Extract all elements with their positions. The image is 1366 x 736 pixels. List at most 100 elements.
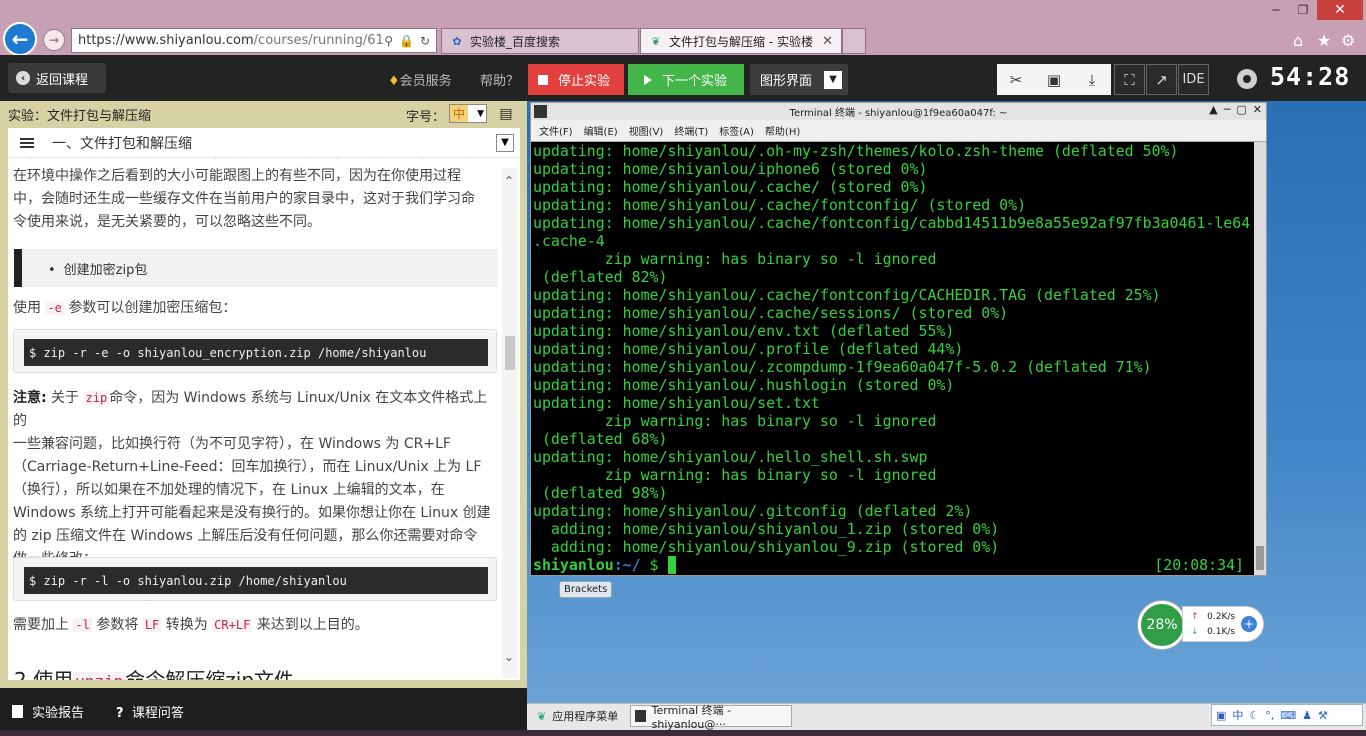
help-link[interactable]: 帮助？ bbox=[480, 70, 519, 89]
cut-icon[interactable]: ✂ bbox=[997, 64, 1035, 95]
menu-edit[interactable]: 编辑(E) bbox=[584, 123, 618, 138]
terminal-output[interactable]: updating: home/shiyanlou/.oh-my-zsh/them… bbox=[531, 142, 1254, 575]
menu-file[interactable]: 文件(F) bbox=[539, 123, 573, 138]
window-maximize-button[interactable]: ❐ bbox=[1290, 0, 1316, 20]
menu-icon[interactable] bbox=[20, 137, 34, 148]
ime-mode[interactable]: 中 bbox=[1232, 707, 1243, 723]
tab-title: 实验楼_百度搜索 bbox=[470, 34, 561, 49]
note-label: 注意: bbox=[13, 390, 47, 406]
content-scrollbar[interactable] bbox=[502, 168, 518, 678]
document-icon[interactable]: ▤ bbox=[497, 104, 515, 123]
home-icon[interactable]: ⌂ bbox=[1293, 31, 1303, 50]
terminal-line: updating: home/shiyanlou/.cache/fontconf… bbox=[533, 196, 1027, 214]
font-size-select[interactable]: 中 ▼ bbox=[449, 104, 487, 123]
user-icon[interactable]: ♟ bbox=[1302, 709, 1312, 722]
code-text[interactable]: $ zip -r -e -o shiyanlou_encryption.zip … bbox=[24, 339, 488, 366]
inline-code: -l bbox=[73, 618, 92, 632]
document-icon bbox=[12, 705, 23, 718]
punctuation-icon[interactable]: °, bbox=[1265, 709, 1274, 722]
maximize-icon[interactable]: ▢ bbox=[1236, 103, 1246, 116]
stop-lab-button[interactable]: 停止实验 bbox=[528, 64, 624, 95]
scroll-up-icon[interactable]: ⌃ bbox=[504, 174, 514, 188]
moon-icon[interactable]: ☾ bbox=[1249, 709, 1259, 722]
fullscreen-icon[interactable]: ⛶ bbox=[1114, 64, 1145, 95]
net-percent: 28% bbox=[1138, 601, 1186, 649]
window-minimize-button[interactable]: ─ bbox=[1263, 0, 1289, 20]
menu-help[interactable]: 帮助(H) bbox=[765, 123, 800, 138]
inline-code: -e bbox=[45, 301, 64, 315]
wrench-icon[interactable]: ⚒ bbox=[1318, 709, 1328, 722]
terminal-line: updating: home/shiyanlou/.cache/fontconf… bbox=[533, 286, 1161, 304]
terminal-line: (deflated 82%) bbox=[533, 268, 668, 286]
download-value: 0.1K/s bbox=[1207, 627, 1236, 637]
text-line: Windows 系统上打开可能看起来是没有换行的。如果你想让你在 Linux 创… bbox=[13, 505, 491, 521]
terminal-icon bbox=[635, 710, 646, 722]
download-icon[interactable]: ⤓ bbox=[1073, 64, 1111, 95]
terminal-line: updating: home/shiyanlou/set.txt bbox=[533, 394, 820, 412]
next-lab-button[interactable]: 下一个实验 bbox=[628, 64, 744, 95]
ime-icon[interactable]: ▣ bbox=[1216, 709, 1226, 722]
minimize-icon[interactable]: ▲ bbox=[1209, 103, 1217, 116]
terminal-line: adding: home/shiyanlou/shiyanlou_1.zip (… bbox=[533, 520, 1000, 538]
code-text[interactable]: $ zip -r -l -o shiyanlou.zip /home/shiya… bbox=[24, 567, 488, 594]
chevron-down-icon[interactable]: ▼ bbox=[496, 133, 514, 152]
prompt-user: shiyanlou bbox=[533, 556, 614, 574]
back-course-label: 返回课程 bbox=[36, 72, 89, 88]
terminal-line: (deflated 68%) bbox=[533, 430, 668, 448]
chevron-down-icon: ▼ bbox=[824, 70, 842, 89]
lab-report-button[interactable]: 实验报告 bbox=[12, 702, 84, 721]
terminal-prompt[interactable]: shiyanlou:~/ $ [20:08:34] bbox=[533, 556, 1254, 574]
menu-view[interactable]: 视图(V) bbox=[629, 123, 664, 138]
text: 参数将 bbox=[96, 617, 139, 633]
favorites-star-icon[interactable]: ★ bbox=[1317, 31, 1331, 50]
menu-tabs[interactable]: 标签(A) bbox=[719, 123, 754, 138]
screenshot-icon[interactable]: ▣ bbox=[1035, 64, 1073, 95]
terminal-scrollbar[interactable] bbox=[1254, 142, 1266, 575]
terminal-titlebar[interactable]: Terminal 终端 - shiyanlou@1f9ea60a047f: ~ … bbox=[531, 103, 1266, 120]
text-line: 在环境中操作之后看到的大小可能跟图上的有些不同，因为在你使用过程 bbox=[13, 168, 461, 184]
back-to-course-button[interactable]: ‹ 返回课程 bbox=[8, 63, 106, 93]
text-line: 令使用来说，是无关紧要的，可以忽略这些不同。 bbox=[13, 214, 321, 230]
taskbar-terminal-item[interactable]: Terminal 终端 - shiyanlou@··· bbox=[630, 704, 792, 731]
text: 命令解压缩zip文件 bbox=[125, 668, 295, 680]
open-external-icon[interactable]: ↗ bbox=[1146, 64, 1177, 95]
terminal-window[interactable]: Terminal 终端 - shiyanlou@1f9ea60a047f: ~ … bbox=[530, 102, 1267, 576]
toc-bar[interactable]: 一、文件打包和解压缩 ▼ bbox=[8, 128, 520, 158]
scroll-thumb[interactable] bbox=[505, 336, 515, 370]
new-tab-button[interactable] bbox=[842, 28, 866, 54]
settings-gear-icon[interactable]: ⚙ bbox=[1341, 31, 1355, 50]
report-label: 实验报告 bbox=[32, 706, 85, 721]
minimize-icon[interactable]: ─ bbox=[1224, 103, 1231, 116]
course-qa-button[interactable]: ? 课程问答 bbox=[116, 702, 184, 721]
gui-mode-select[interactable]: 图形界面 ▼ bbox=[750, 64, 848, 95]
browser-forward-button[interactable]: → bbox=[43, 29, 65, 51]
keyboard-icon[interactable]: ⌨ bbox=[1280, 709, 1296, 722]
member-service-link[interactable]: ♦会员服务 bbox=[388, 70, 452, 89]
close-icon[interactable]: ✕ bbox=[1253, 103, 1262, 116]
eye-icon[interactable] bbox=[1237, 69, 1257, 89]
tab-shiyanlou[interactable]: ❦ 文件打包与解压缩 - 实验楼 ✕ bbox=[640, 28, 842, 54]
search-icon[interactable]: ⚲ bbox=[384, 34, 393, 48]
window-close-button[interactable]: ✕ bbox=[1317, 0, 1363, 20]
refresh-icon[interactable]: ↻ bbox=[420, 34, 430, 48]
text-line: 的 zip 压缩文件在 Windows 上解压后没有任何问题，那么你还需要对命令 bbox=[13, 528, 478, 544]
tab-baidu[interactable]: ✿ 实验楼_百度搜索 bbox=[441, 28, 639, 54]
brackets-desktop-icon[interactable]: Brackets bbox=[559, 581, 613, 598]
applications-menu[interactable]: ❦ 应用程序菜单 bbox=[537, 708, 618, 724]
scroll-down-icon[interactable]: ⌄ bbox=[504, 650, 514, 664]
tab-title: 文件打包与解压缩 - 实验楼 bbox=[669, 34, 813, 49]
terminal-line: updating: home/shiyanlou/.cache/ (stored… bbox=[533, 178, 928, 196]
tab-close-icon[interactable]: ✕ bbox=[822, 34, 833, 49]
inline-code: CR+LF bbox=[212, 618, 253, 632]
code-block: $ zip -r -l -o shiyanlou.zip /home/shiya… bbox=[13, 557, 497, 601]
network-monitor-widget[interactable]: 28% ↑ 0.2K/s ↓ 0.1K/s + bbox=[1138, 601, 1264, 649]
menu-terminal[interactable]: 终端(T) bbox=[674, 123, 708, 138]
plus-icon[interactable]: + bbox=[1241, 616, 1257, 632]
browser-back-button[interactable]: ← bbox=[3, 22, 37, 56]
address-bar[interactable]: https://www.shiyanlou.com/courses/runnin… bbox=[71, 28, 437, 53]
chevron-down-icon: ▼ bbox=[477, 108, 484, 119]
scroll-thumb[interactable] bbox=[1256, 546, 1264, 570]
leaf-icon: ❦ bbox=[651, 34, 661, 48]
ide-button[interactable]: IDE bbox=[1178, 64, 1209, 95]
doc-content: 一、文件打包和解压缩 ▼ 过程一目了然你可以看到默认压缩级别应该是最高的，效果很… bbox=[8, 128, 520, 680]
